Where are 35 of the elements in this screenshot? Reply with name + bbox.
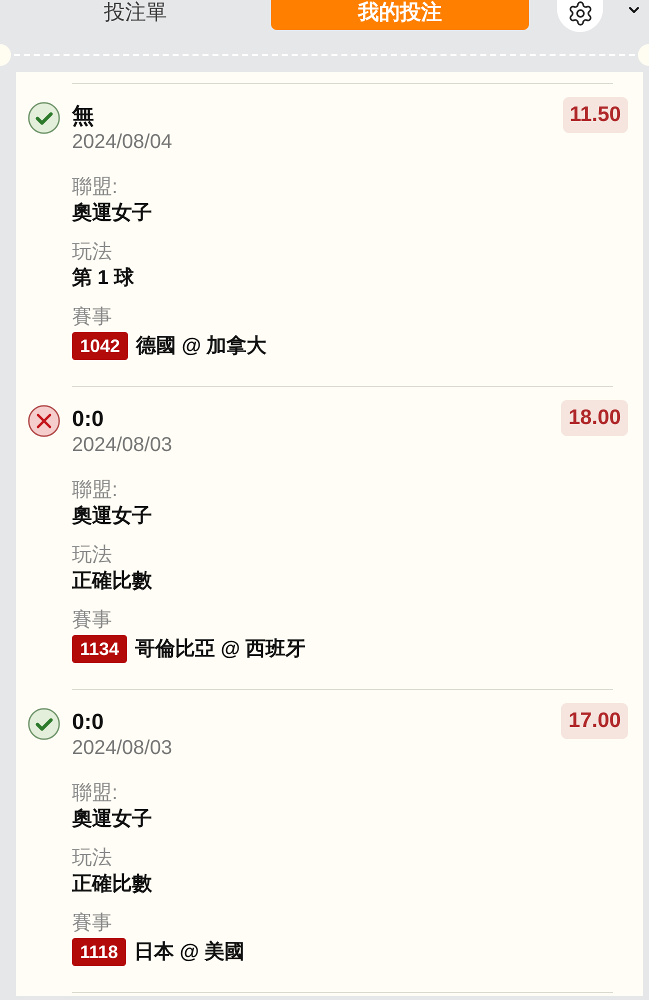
odds-badge: 11.50 xyxy=(562,97,628,133)
field-label: 玩法 xyxy=(72,543,112,568)
field-label: 聯盟: xyxy=(72,175,118,200)
odds-badge: 18.00 xyxy=(561,400,628,436)
tab[interactable]: 投注單 xyxy=(0,0,271,30)
field-value: 正確比數 xyxy=(72,872,152,897)
bet-date: 2024/08/03 xyxy=(72,736,172,760)
field-label: 聯盟: xyxy=(72,478,118,503)
field-value: 奧運女子 xyxy=(72,807,152,832)
bet-selection: 0:0 xyxy=(72,708,104,736)
event-match: 哥倫比亞 @ 西班牙 xyxy=(135,637,306,662)
event-number-badge: 1134 xyxy=(72,635,128,663)
bet-selection: 0:0 xyxy=(72,405,104,433)
field-label: 賽事 xyxy=(72,608,112,633)
event-match: 德國 @ 加拿大 xyxy=(136,334,267,359)
field-value: 奧運女子 xyxy=(72,201,152,226)
field-value: 奧運女子 xyxy=(72,504,152,529)
event-number-badge: 1118 xyxy=(72,938,126,966)
field-label: 賽事 xyxy=(72,911,112,936)
field-label: 玩法 xyxy=(72,240,112,265)
settings-icon xyxy=(566,0,594,27)
bet-selection: 無 xyxy=(72,102,94,130)
bet-date: 2024/08/03 xyxy=(72,433,172,457)
field-label: 賽事 xyxy=(72,305,112,330)
field-label: 聯盟: xyxy=(72,781,118,806)
event-number-badge: 1042 xyxy=(72,332,128,360)
bet-date: 2024/08/04 xyxy=(72,130,172,154)
field-value: 第 1 球 xyxy=(72,266,134,291)
event-match: 日本 @ 美國 xyxy=(134,940,245,965)
odds-badge: 17.00 xyxy=(561,703,628,739)
field-value: 正確比數 xyxy=(72,569,152,594)
ticket-notch-icon xyxy=(638,44,649,66)
ticket-notch-icon xyxy=(0,44,11,66)
field-label: 玩法 xyxy=(72,846,112,871)
settings-button[interactable] xyxy=(557,0,603,32)
